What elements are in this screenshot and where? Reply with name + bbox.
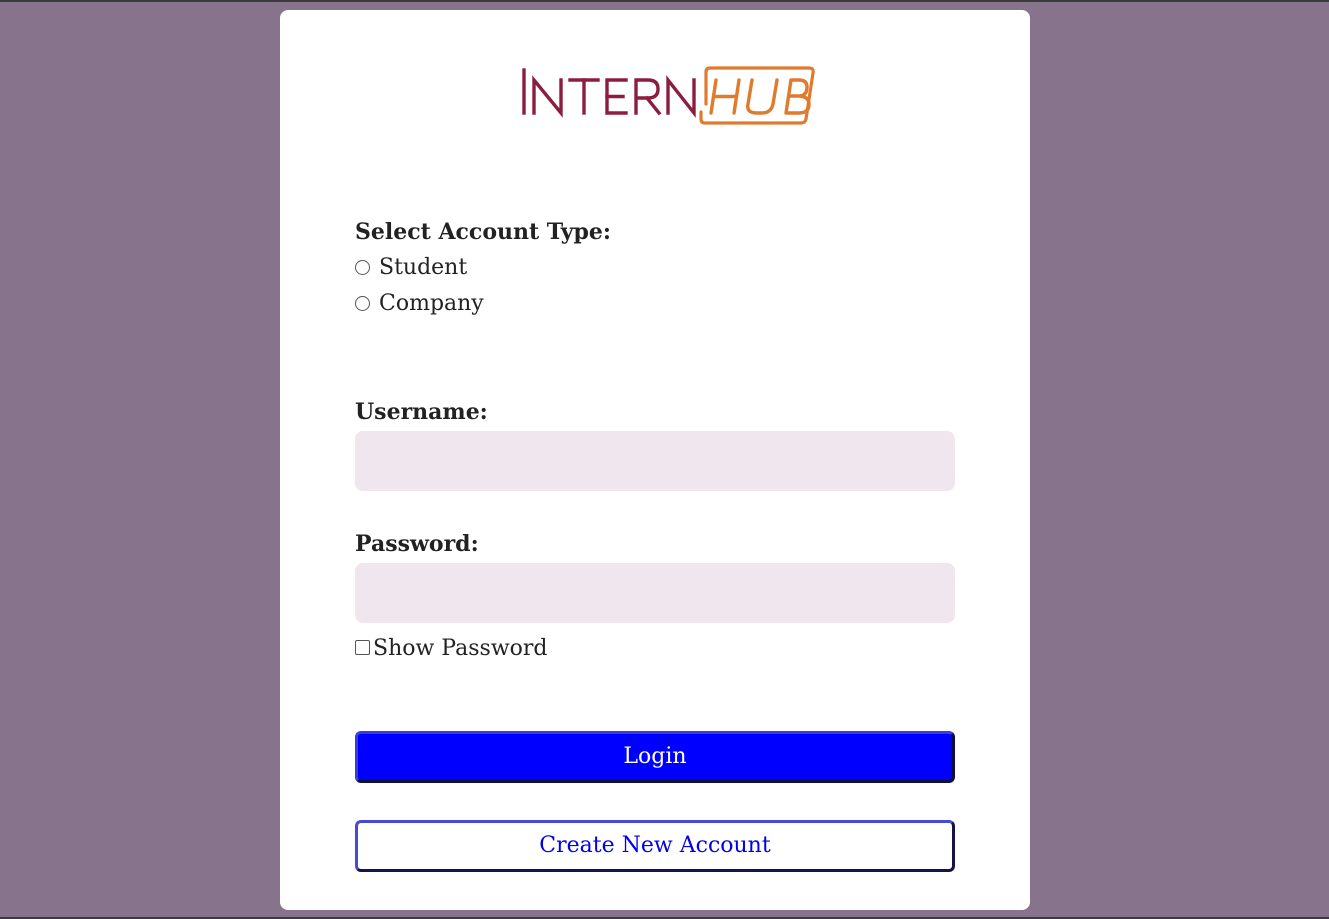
radio-button-icon[interactable] — [355, 259, 370, 275]
username-input[interactable] — [355, 431, 955, 491]
internhub-logo — [520, 66, 816, 128]
radio-student-label[interactable]: Student — [379, 255, 467, 281]
login-button[interactable]: Login — [355, 731, 955, 783]
login-card: Select Account Type: Student Company Use… — [280, 10, 1030, 910]
checkbox-icon[interactable] — [355, 639, 370, 655]
account-type-label: Select Account Type: — [355, 219, 612, 245]
radio-button-icon[interactable] — [355, 295, 370, 311]
radio-company-label[interactable]: Company — [379, 291, 484, 317]
show-password-toggle[interactable]: Show Password — [355, 636, 548, 662]
username-label: Username: — [355, 399, 488, 425]
radio-student[interactable]: Student — [355, 255, 467, 281]
password-label: Password: — [355, 531, 479, 557]
create-account-button[interactable]: Create New Account — [355, 820, 955, 872]
password-input[interactable] — [355, 563, 955, 623]
radio-company[interactable]: Company — [355, 291, 484, 317]
show-password-label[interactable]: Show Password — [373, 636, 548, 662]
